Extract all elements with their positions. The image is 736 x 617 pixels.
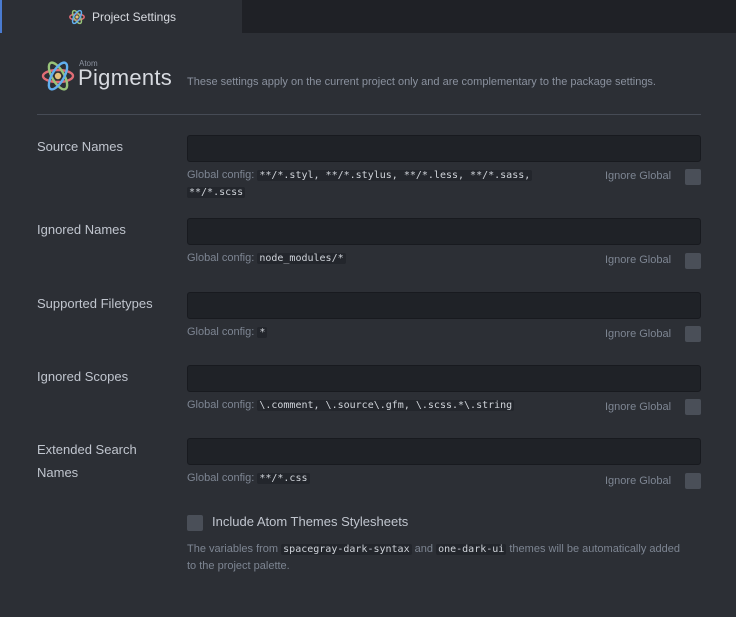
include-themes-checkbox[interactable] (187, 515, 203, 531)
global-config-value: **/*.styl, **/*.stylus, **/*.less, **/*.… (257, 170, 533, 181)
tab-title: Project Settings (91, 9, 177, 24)
ignore-global-checkbox[interactable] (685, 399, 701, 415)
ignore-global-label: Ignore Global (605, 254, 672, 266)
settings-header: Atom Pigments These settings apply on th… (37, 56, 701, 115)
global-config-prefix: Global config: (187, 169, 255, 181)
setting-label: Ignored Names (37, 222, 126, 237)
theme-name-syntax: spacegray-dark-syntax (281, 544, 412, 555)
setting-label: Extended Search Names (37, 438, 177, 484)
setting-label: Ignored Scopes (37, 369, 129, 384)
pigments-logo-icon (69, 9, 85, 24)
ignore-global-checkbox[interactable] (685, 326, 701, 342)
global-config-value: **/*.css (257, 473, 310, 484)
global-config-value: * (257, 327, 268, 338)
global-config-prefix: Global config: (187, 326, 255, 338)
pigments-logo-icon (41, 61, 75, 91)
global-config-text: Global config: **/*.styl, **/*.stylus, *… (187, 167, 547, 201)
extended-search-names-input[interactable] (187, 438, 701, 465)
global-config-prefix: Global config: (187, 472, 255, 484)
brand-name: Pigments (78, 65, 173, 90)
global-config-text: Global config: **/*.css (187, 470, 547, 487)
tab-project-settings[interactable]: Project Settings (0, 0, 242, 33)
global-config-value: \.comment, \.source\.gfm, \.scss.*\.stri… (257, 400, 515, 411)
ignore-global-label: Ignore Global (605, 328, 672, 340)
source-names-input[interactable] (187, 135, 701, 162)
ignored-scopes-input[interactable] (187, 365, 701, 392)
setting-label: Source Names (37, 139, 123, 154)
ignore-global-checkbox[interactable] (685, 473, 701, 489)
theme-name-ui: one-dark-ui (436, 544, 507, 555)
global-config-prefix: Global config: (187, 399, 255, 411)
ignored-names-input[interactable] (187, 218, 701, 245)
note-prefix: The variables from (187, 543, 279, 555)
note-and: and (414, 543, 434, 555)
header-description: These settings apply on the current proj… (187, 76, 656, 88)
ignore-global-label: Ignore Global (605, 401, 672, 413)
ignore-global-label: Ignore Global (605, 170, 672, 182)
supported-filetypes-input[interactable] (187, 292, 701, 319)
setting-label-line1: Extended Search (37, 442, 137, 457)
setting-label: Supported Filetypes (37, 296, 153, 311)
global-config-prefix: Global config: (187, 252, 255, 264)
global-config-value: node_modules/* (257, 253, 346, 264)
ignore-global-checkbox[interactable] (685, 169, 701, 185)
ignore-global-label: Ignore Global (605, 475, 672, 487)
global-config-text: Global config: * (187, 324, 547, 341)
include-themes-label[interactable]: Include Atom Themes Stylesheets (212, 514, 408, 529)
setting-label-line2: Names (37, 465, 79, 480)
global-config-value-continued: **/*.scss (187, 187, 246, 198)
global-config-text: Global config: \.comment, \.source\.gfm,… (187, 397, 547, 414)
global-config-text: Global config: node_modules/* (187, 250, 547, 267)
ignore-global-checkbox[interactable] (685, 253, 701, 269)
include-themes-note: The variables from spacegray-dark-syntax… (187, 541, 687, 574)
tab-bar: Project Settings (0, 0, 736, 33)
